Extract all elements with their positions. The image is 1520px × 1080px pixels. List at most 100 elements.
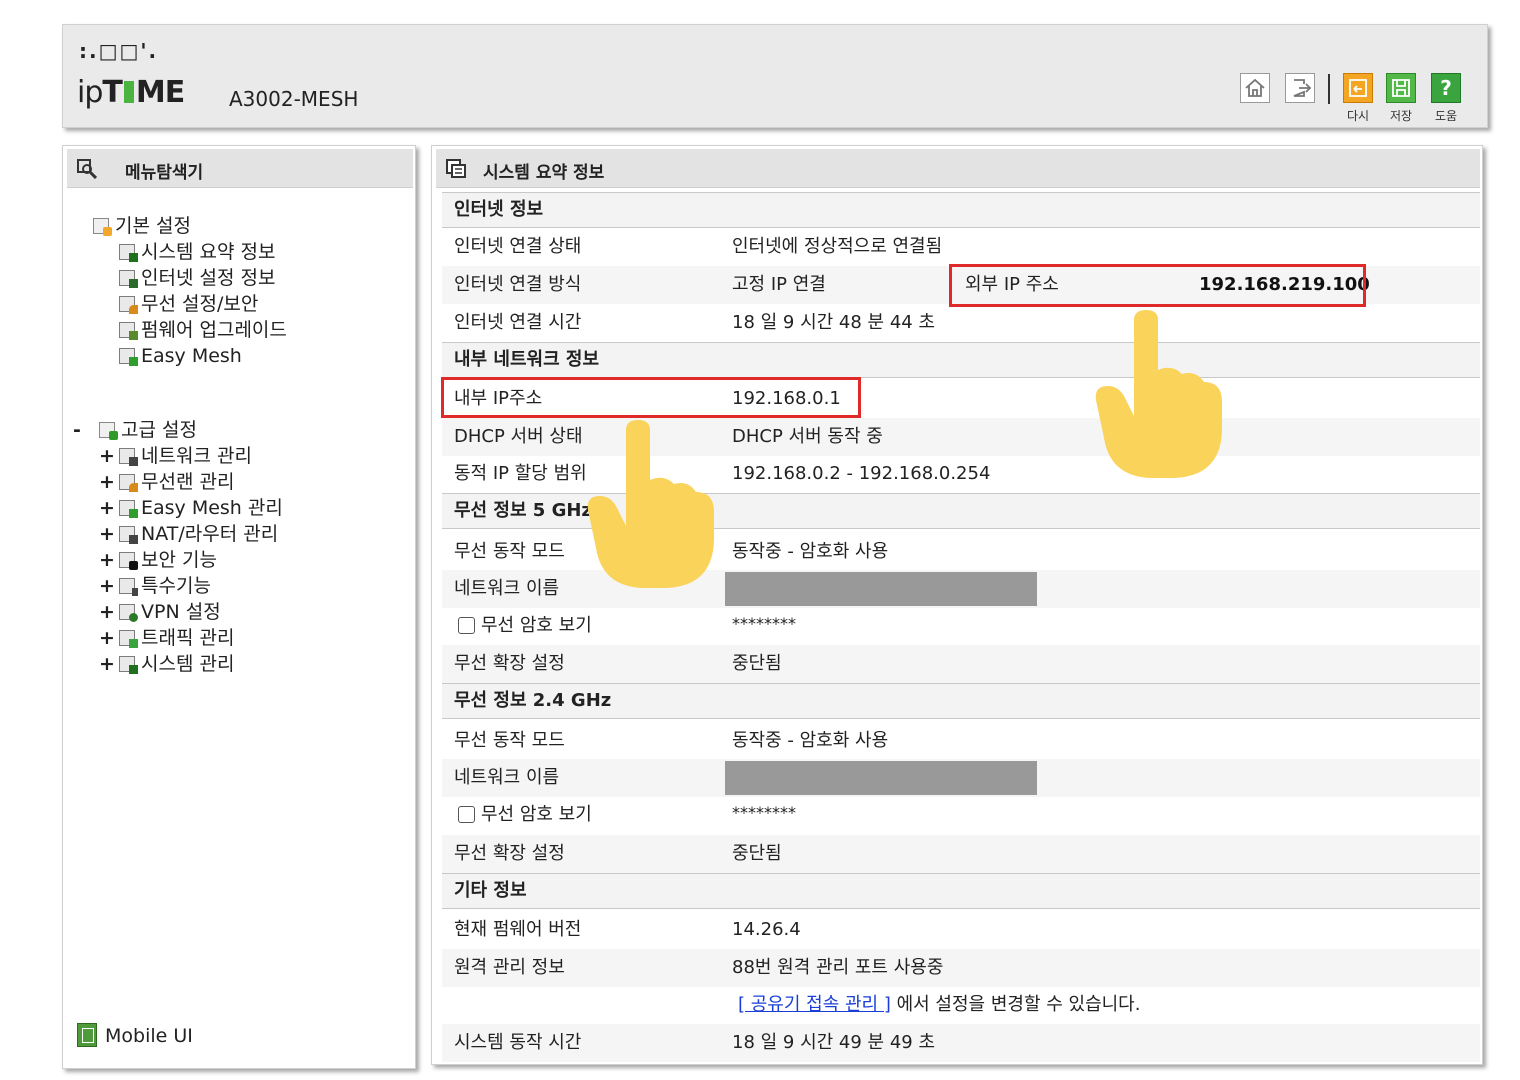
special-icon <box>119 578 138 596</box>
row-label: 무선 동작 모드 <box>454 730 565 751</box>
pointing-hand-icon <box>587 420 714 588</box>
mobile-ui-link[interactable]: Mobile UI <box>77 1023 193 1047</box>
expand-icon[interactable]: + <box>99 599 115 625</box>
refresh-button[interactable] <box>1343 73 1373 103</box>
show-password-checkbox[interactable] <box>458 617 475 634</box>
section-lan: 내부 네트워크 정보 <box>442 342 1480 378</box>
vpn-icon <box>119 604 138 622</box>
sidebar-title: 메뉴탐색기 <box>125 163 204 183</box>
sidebar-item-label: VPN 설정 <box>141 601 221 623</box>
expand-icon[interactable]: + <box>99 443 115 469</box>
expand-icon[interactable]: + <box>99 547 115 573</box>
home-button[interactable] <box>1240 73 1270 103</box>
table-row: 네트워크 이름 <box>442 759 1480 797</box>
sidebar-item-internet-info[interactable]: 인터넷 설정 정보 <box>119 265 275 291</box>
tree-basic-settings[interactable]: 기본 설정 <box>93 213 191 239</box>
sidebar-item-wireless-security[interactable]: 무선 설정/보안 <box>119 291 258 317</box>
section-etc: 기타 정보 <box>442 873 1480 909</box>
sidebar-item-label: 보안 기능 <box>141 549 217 571</box>
table-row: 현재 펌웨어 버전 14.26.4 <box>442 911 1480 949</box>
tree-advanced-settings[interactable]: - 고급 설정 <box>73 417 197 443</box>
pointing-hand-icon <box>1095 310 1222 478</box>
collapse-toggle[interactable]: - <box>73 417 89 443</box>
expand-icon[interactable]: + <box>99 469 115 495</box>
help-icon: ? <box>1440 76 1452 100</box>
show-password-toggle[interactable]: 무선 암호 보기 <box>458 607 592 645</box>
expand-icon[interactable]: + <box>99 625 115 651</box>
menu-search-icon <box>77 159 97 179</box>
logout-button[interactable] <box>1285 73 1315 103</box>
sidebar-item-label: 트래픽 관리 <box>141 627 235 649</box>
table-row: [ 공유기 접속 관리 ] 에서 설정을 변경할 수 있습니다. <box>442 986 1480 1024</box>
folder-icon <box>93 218 112 236</box>
external-ip-label: 외부 IP 주소 <box>965 274 1059 295</box>
row-label: 현재 펌웨어 버전 <box>454 919 582 940</box>
expand-icon[interactable]: + <box>99 651 115 677</box>
model-name: A3002-MESH <box>229 87 359 111</box>
sidebar-item-traffic[interactable]: + 트래픽 관리 <box>99 625 234 651</box>
row-label: 무선 확장 설정 <box>454 843 565 864</box>
sidebar-item-network[interactable]: + 네트워크 관리 <box>99 443 252 469</box>
brand-logo: ipT ME <box>77 75 185 110</box>
table-row: 인터넷 연결 시간 18 일 9 시간 48 분 44 초 <box>442 304 1480 342</box>
row-label: 인터넷 연결 상태 <box>454 236 582 257</box>
show-password-toggle[interactable]: 무선 암호 보기 <box>458 796 592 834</box>
remote-note: [ 공유기 접속 관리 ] 에서 설정을 변경할 수 있습니다. <box>738 986 1140 1024</box>
save-button[interactable] <box>1386 73 1416 103</box>
traffic-icon <box>119 630 138 648</box>
show-password-checkbox[interactable] <box>458 806 475 823</box>
tree-advanced-label: 고급 설정 <box>121 419 198 441</box>
sidebar-item-easy-mesh[interactable]: Easy Mesh <box>119 343 242 369</box>
sidebar-item-nat-router[interactable]: + NAT/라우터 관리 <box>99 521 278 547</box>
expand-icon[interactable]: + <box>99 521 115 547</box>
sidebar-item-vpn[interactable]: + VPN 설정 <box>99 599 221 625</box>
main-header: 시스템 요약 정보 <box>436 149 1480 188</box>
row-label: 내부 IP주소 <box>454 388 543 409</box>
sidebar-item-security[interactable]: + 보안 기능 <box>99 547 217 573</box>
table-row: 무선 동작 모드 동작중 - 암호화 사용 <box>442 722 1480 760</box>
system-summary-panel: 시스템 요약 정보 인터넷 정보 인터넷 연결 상태 인터넷에 정상적으로 연결… <box>431 145 1483 1065</box>
row-label: DHCP 서버 상태 <box>454 426 583 447</box>
table-row: 무선 확장 설정 중단됨 <box>442 645 1480 683</box>
sidebar-item-label: 무선랜 관리 <box>141 471 235 493</box>
page-title: 시스템 요약 정보 <box>483 163 605 183</box>
table-row: 원격 관리 정보 88번 원격 관리 포트 사용중 <box>442 949 1480 987</box>
help-label: 도움 <box>1434 109 1458 123</box>
sidebar-item-label: Easy Mesh <box>141 345 242 367</box>
row-label: 무선 확장 설정 <box>454 653 565 674</box>
sidebar-item-firmware-upgrade[interactable]: 펌웨어 업그레이드 <box>119 317 287 343</box>
upgrade-icon <box>119 322 138 340</box>
save-icon <box>1392 79 1410 97</box>
sidebar-item-easy-mesh-manage[interactable]: + Easy Mesh 관리 <box>99 495 283 521</box>
row-label: 무선 동작 모드 <box>454 541 565 562</box>
chart-icon <box>119 656 138 674</box>
row-label: 네트워크 이름 <box>454 767 560 788</box>
router-access-link[interactable]: [ 공유기 접속 관리 ] <box>738 994 891 1015</box>
row-label: 네트워크 이름 <box>454 578 560 599</box>
mesh-icon <box>119 500 138 518</box>
sidebar-item-special[interactable]: + 특수기능 <box>99 573 211 599</box>
internal-ip-value: 192.168.0.1 <box>732 388 841 409</box>
brand-t: T <box>102 75 122 110</box>
row-value: 동작중 - 암호화 사용 <box>732 541 889 562</box>
header-separator <box>1328 74 1330 104</box>
brand-me: ME <box>135 75 185 110</box>
sidebar-item-label: 네트워크 관리 <box>141 445 252 467</box>
row-value: 동작중 - 암호화 사용 <box>732 730 889 751</box>
tree-basic-label: 기본 설정 <box>115 215 191 237</box>
sidebar-item-system-summary[interactable]: 시스템 요약 정보 <box>119 239 275 265</box>
expand-icon[interactable]: + <box>99 573 115 599</box>
row-label: 무선 암호 보기 <box>481 804 592 825</box>
router-icon <box>119 526 138 544</box>
section-internet: 인터넷 정보 <box>442 192 1480 228</box>
menu-sidebar: 메뉴탐색기 기본 설정 시스템 요약 정보 인터넷 설정 정보 무선 설정/보안… <box>62 145 416 1069</box>
expand-icon[interactable]: + <box>99 495 115 521</box>
sidebar-item-label: 시스템 요약 정보 <box>141 241 276 263</box>
row-label: 인터넷 연결 방식 <box>454 274 582 295</box>
help-button[interactable]: ? <box>1431 73 1461 103</box>
row-label: 동적 IP 할당 범위 <box>454 463 587 484</box>
network-icon <box>119 448 138 466</box>
sidebar-item-label: 펌웨어 업그레이드 <box>141 319 287 341</box>
sidebar-item-wlan[interactable]: + 무선랜 관리 <box>99 469 234 495</box>
sidebar-item-system-manage[interactable]: + 시스템 관리 <box>99 651 234 677</box>
